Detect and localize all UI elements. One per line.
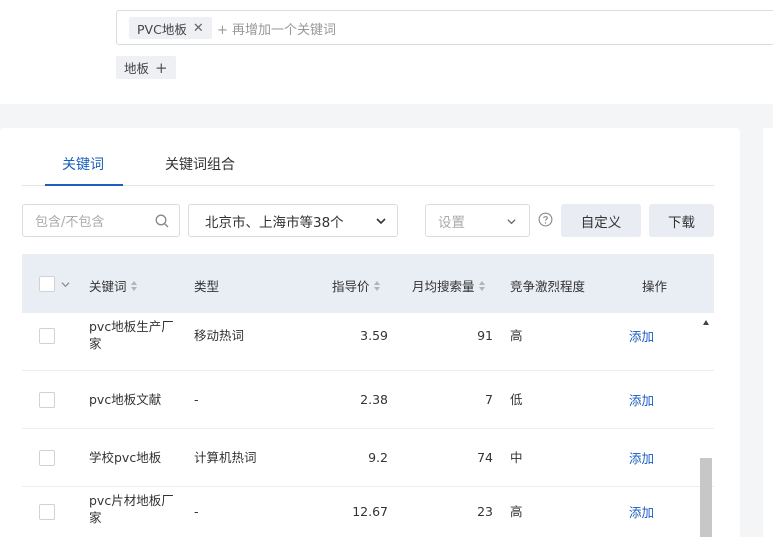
competition-cell: 中 <box>510 450 523 465</box>
add-link[interactable]: 添加 <box>629 328 654 345</box>
header-monthly-search-label: 月均搜索量 <box>412 279 475 294</box>
settings-select-placeholder: 设置 <box>438 214 465 231</box>
keyword-input-panel: PVC地板 ✕ + 再增加一个关键词 地板 + <box>0 0 773 104</box>
tab-keywords[interactable]: 关键词 <box>62 154 104 174</box>
competition-cell: 低 <box>510 392 523 407</box>
keyword-text-cont: 家 <box>89 336 102 351</box>
header-action-label: 操作 <box>642 279 668 294</box>
chevron-down-icon <box>376 218 386 225</box>
sort-icon[interactable] <box>478 280 486 291</box>
chevron-down-icon <box>507 219 516 225</box>
price-cell: 3.59 <box>360 328 388 343</box>
table-header: 关键词 类型 指导价 月均搜索量 竞争激烈程度 操作 <box>22 254 714 313</box>
download-button[interactable]: 下载 <box>649 204 714 237</box>
sort-icon[interactable] <box>373 280 381 291</box>
scroll-up-arrow-icon[interactable] <box>703 320 709 325</box>
table-row: 学校pvc地板 计算机热词 9.2 74 中 添加 <box>22 429 714 487</box>
header-type: 类型 <box>194 276 219 295</box>
header-price[interactable]: 指导价 <box>332 276 381 295</box>
header-price-label: 指导价 <box>332 279 370 294</box>
price-cell: 9.2 <box>368 450 388 465</box>
table-row: pvc地板生产厂 家 移动热词 3.59 91 高 添加 <box>22 313 714 371</box>
settings-select[interactable]: 设置 <box>425 204 530 237</box>
chevron-down-icon[interactable] <box>61 280 70 289</box>
competition-cell: 高 <box>510 504 523 519</box>
row-checkbox[interactable] <box>39 450 55 466</box>
keyword-text: pvc地板文献 <box>89 392 162 407</box>
right-panel-edge <box>763 128 773 537</box>
region-select-value: 北京市、上海市等38个 <box>205 214 344 231</box>
keyword-text: 学校pvc地板 <box>89 450 162 465</box>
search-icon[interactable] <box>155 214 169 228</box>
add-keyword-placeholder[interactable]: + 再增加一个关键词 <box>217 19 336 38</box>
type-cell: - <box>194 504 199 519</box>
header-monthly-search[interactable]: 月均搜索量 <box>412 276 486 295</box>
keyword-cell: pvc片材地板厂 家 <box>89 492 174 526</box>
row-checkbox[interactable] <box>39 328 55 344</box>
sort-icon[interactable] <box>130 280 138 291</box>
active-tab-indicator <box>45 184 123 186</box>
add-link[interactable]: 添加 <box>629 504 654 521</box>
type-cell: 计算机热词 <box>194 450 257 465</box>
keyword-text: pvc地板生产厂 <box>89 319 174 334</box>
add-link[interactable]: 添加 <box>629 450 654 467</box>
keyword-cell: pvc地板生产厂 家 <box>89 318 174 352</box>
include-exclude-input[interactable]: 包含/不包含 <box>22 204 180 237</box>
monthly-search-cell: 23 <box>477 504 493 519</box>
price-cell: 2.38 <box>360 392 388 407</box>
plus-icon[interactable]: + <box>155 59 168 77</box>
close-icon[interactable]: ✕ <box>193 21 204 36</box>
table-body: pvc地板生产厂 家 移动热词 3.59 91 高 添加 pvc地板文献 - 2… <box>22 313 714 537</box>
custom-button[interactable]: 自定义 <box>561 204 641 237</box>
keyword-input[interactable]: PVC地板 ✕ + 再增加一个关键词 <box>116 10 773 45</box>
keyword-results-panel: 关键词 关键词组合 包含/不包含 北京市、上海市等38个 设置 自定义 下载 关… <box>0 128 740 537</box>
keyword-text: pvc片材地板厂 <box>89 493 174 508</box>
add-link[interactable]: 添加 <box>629 392 654 409</box>
row-checkbox[interactable] <box>39 504 55 520</box>
keyword-text-cont: 家 <box>89 510 102 525</box>
price-cell: 12.67 <box>352 504 388 519</box>
type-cell: - <box>194 392 199 407</box>
header-competition: 竞争激烈程度 <box>510 276 585 295</box>
header-keyword[interactable]: 关键词 <box>89 276 138 295</box>
suggested-keyword-label: 地板 <box>124 61 150 76</box>
monthly-search-cell: 91 <box>477 328 493 343</box>
table-row: pvc地板文献 - 2.38 7 低 添加 <box>22 371 714 429</box>
header-competition-label: 竞争激烈程度 <box>510 279 586 294</box>
keyword-cell: 学校pvc地板 <box>89 449 161 466</box>
include-exclude-placeholder: 包含/不包含 <box>35 215 105 230</box>
keyword-chip-label: PVC地板 <box>137 21 187 37</box>
keyword-cell: pvc地板文献 <box>89 391 161 408</box>
competition-cell: 高 <box>510 328 523 343</box>
help-icon[interactable] <box>538 212 553 227</box>
keyword-chip: PVC地板 ✕ <box>129 17 212 39</box>
select-all-checkbox[interactable] <box>39 276 55 292</box>
region-select[interactable]: 北京市、上海市等38个 <box>188 204 398 237</box>
header-action: 操作 <box>642 276 667 295</box>
header-type-label: 类型 <box>194 279 220 294</box>
tab-keyword-combinations[interactable]: 关键词组合 <box>165 154 235 174</box>
row-checkbox[interactable] <box>39 392 55 408</box>
header-keyword-label: 关键词 <box>89 279 127 294</box>
type-cell: 移动热词 <box>194 328 245 343</box>
scrollbar-thumb[interactable] <box>700 458 712 537</box>
monthly-search-cell: 7 <box>485 392 493 407</box>
tab-bar: 关键词 关键词组合 <box>22 128 714 186</box>
monthly-search-cell: 74 <box>477 450 493 465</box>
suggested-keyword-tag[interactable]: 地板 + <box>116 56 176 79</box>
table-row: pvc片材地板厂 家 - 12.67 23 高 添加 <box>22 487 714 537</box>
